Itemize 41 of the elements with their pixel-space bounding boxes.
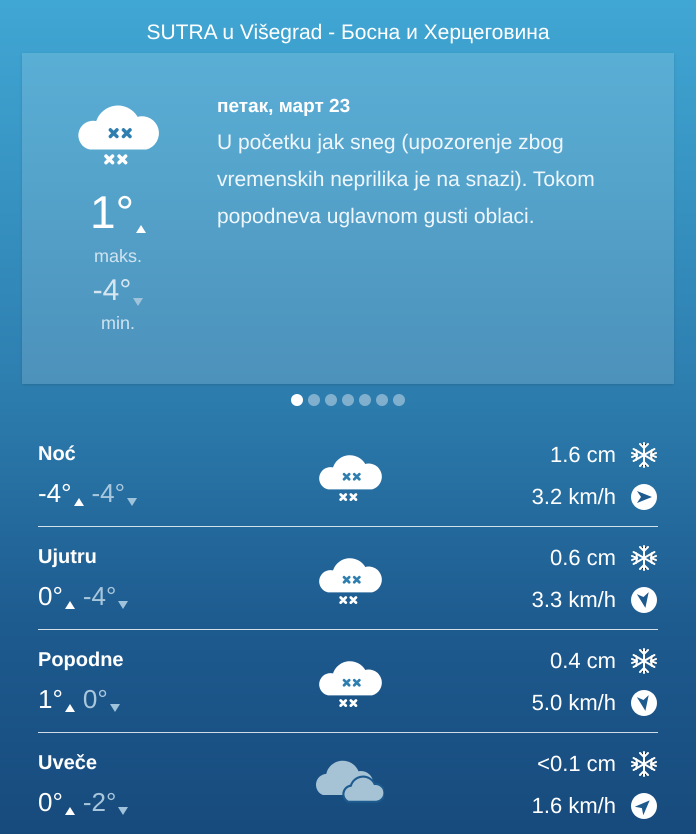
max-label: maks. (94, 245, 142, 268)
up-triangle-icon (64, 807, 75, 815)
wind-speed: 1.6 km/h (532, 795, 616, 817)
min-label: min. (100, 312, 135, 335)
wind-speed: 5.0 km/h (532, 692, 616, 714)
down-triangle-icon (127, 498, 138, 506)
high-temperature: 0° (38, 789, 63, 815)
down-triangle-icon (118, 601, 128, 609)
snowflake-icon (630, 750, 658, 778)
wind-speed: 3.3 km/h (532, 589, 616, 611)
snow-amount: 0.6 cm (550, 547, 616, 569)
period-name: Noć (38, 444, 77, 464)
high-temperature: 0° (38, 583, 63, 609)
snowflake-icon (630, 441, 658, 469)
period-name: Uveče (38, 753, 98, 773)
snow-amount: <0.1 cm (537, 753, 616, 775)
high-temperature: -4° (38, 480, 72, 506)
forecast-date: петак, март 23 (217, 97, 352, 116)
down-triangle-icon (133, 298, 144, 306)
forecast-description: U početku jak sneg (upozorenje zbog vremenskih neprilika je na snazi). Tokom popodneva uglavnom gusti oblaci. (217, 130, 596, 230)
up-triangle-icon (136, 225, 146, 233)
low-temperature: -4° (82, 583, 116, 609)
up-triangle-icon (74, 498, 84, 506)
up-triangle-icon (64, 601, 75, 609)
wind-speed: 3.2 km/h (532, 486, 616, 508)
snowflake-icon (630, 647, 658, 675)
max-temperature: 1° (90, 189, 134, 235)
period-name: Ujutru (38, 547, 98, 567)
page-title: SUTRA u Višegrad - Босна и Херцеговина (145, 20, 551, 46)
low-temperature: 0° (82, 686, 108, 712)
snow-amount: 1.6 cm (550, 444, 616, 466)
snowflake-icon (630, 544, 658, 572)
up-triangle-icon (64, 704, 75, 712)
min-temperature: -4° (92, 276, 132, 306)
period-name: Popodne (38, 650, 125, 670)
high-temperature: 1° (38, 686, 63, 712)
low-temperature: -2° (82, 789, 116, 815)
down-triangle-icon (110, 704, 120, 712)
down-triangle-icon (118, 807, 128, 815)
low-temperature: -4° (92, 480, 126, 506)
snow-amount: 0.4 cm (550, 650, 616, 672)
